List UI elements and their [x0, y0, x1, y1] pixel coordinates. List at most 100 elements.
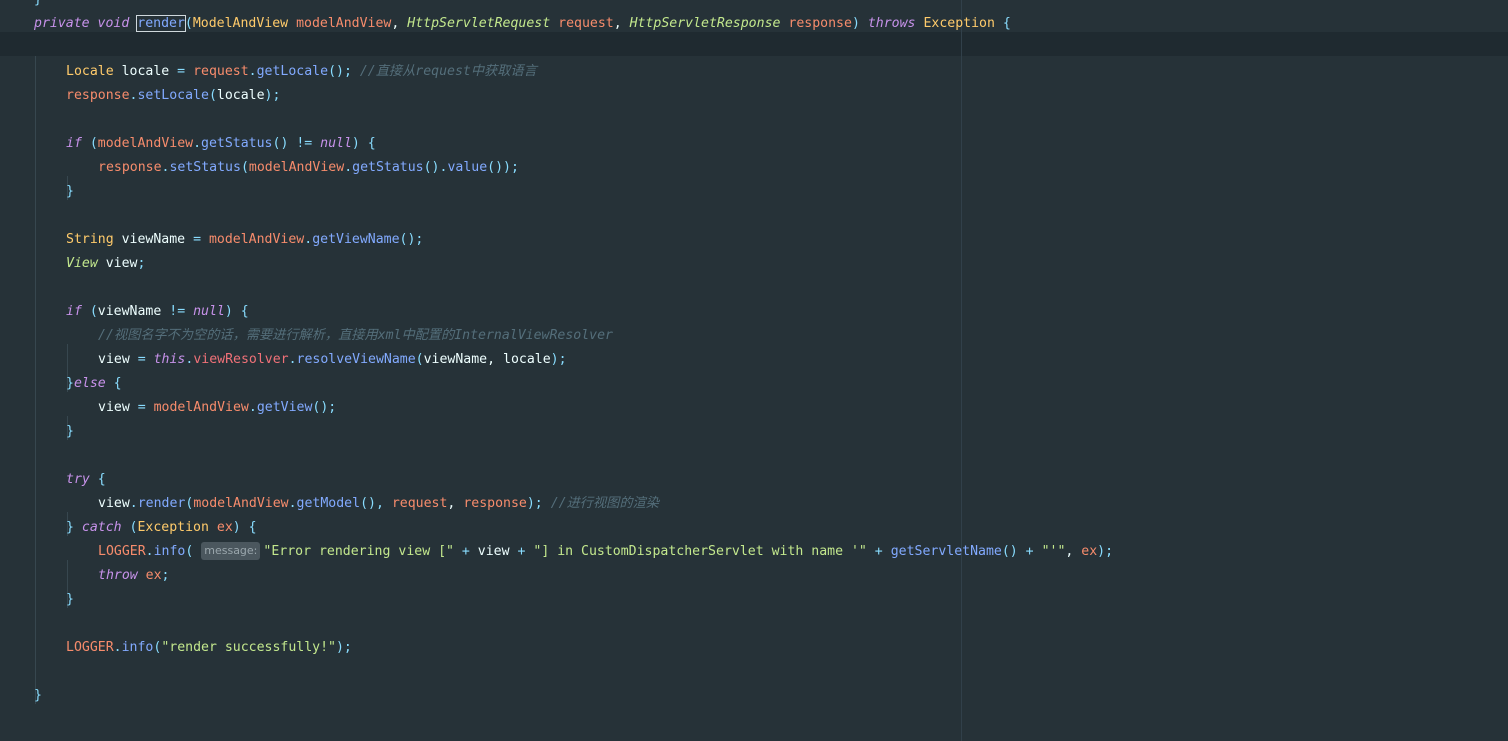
method-name-highlighted: render	[136, 15, 186, 32]
code-token: ,	[613, 16, 630, 31]
code-token: }	[66, 592, 74, 607]
code-line[interactable]: view = this.viewResolver.resolveViewName…	[98, 348, 567, 372]
code-token: info	[121, 640, 154, 655]
code-token: .	[288, 352, 297, 367]
code-token: getView	[256, 400, 313, 415]
code-editor[interactable]: } private void render(ModelAndView modelA…	[0, 0, 1508, 741]
code-token: null	[193, 304, 225, 319]
code-token: ,	[1065, 544, 1082, 559]
code-line[interactable]: }	[34, 684, 42, 708]
code-token: );	[335, 640, 352, 655]
code-token: .	[145, 544, 154, 559]
code-token: ();	[328, 64, 352, 79]
code-token: viewName	[121, 232, 186, 247]
code-token: HttpServletResponse	[629, 16, 781, 31]
code-token: (	[121, 520, 138, 535]
code-token: info	[153, 544, 186, 559]
code-token: "] in CustomDispatcherServlet with name …	[533, 544, 867, 559]
code-line[interactable]: private void render(ModelAndView modelAn…	[34, 12, 1011, 36]
code-token: ,	[447, 496, 464, 511]
code-token: );	[526, 496, 543, 511]
code-token: modelAndView	[208, 232, 305, 247]
code-token: HttpServletRequest	[407, 16, 551, 31]
code-token: //直接从request中获取语言	[359, 64, 537, 79]
code-line[interactable]: throw ex;	[98, 564, 170, 588]
code-token: ();	[399, 232, 424, 247]
code-token: LOGGER	[98, 544, 146, 559]
code-token: .	[344, 160, 353, 175]
code-token: catch	[81, 520, 122, 535]
code-token: !=	[161, 304, 194, 319]
code-line[interactable]: Locale locale = request.getLocale(); //直…	[66, 60, 537, 84]
code-token: =	[185, 232, 209, 247]
code-token: if	[66, 304, 82, 319]
code-line[interactable]: response.setLocale(locale);	[66, 84, 280, 108]
code-token: "Error rendering view ["	[263, 544, 454, 559]
code-token: )	[851, 16, 860, 31]
code-line[interactable]: } catch (Exception ex) {	[66, 516, 257, 540]
code-line[interactable]: if (modelAndView.getStatus() != null) {	[66, 132, 376, 156]
code-token: ) {	[351, 136, 376, 151]
code-line[interactable]: view = modelAndView.getView();	[98, 396, 336, 420]
code-token: ;	[137, 256, 146, 271]
code-token: }	[34, 0, 42, 7]
code-token: if	[66, 136, 82, 151]
code-token: viewName	[423, 352, 488, 367]
code-line[interactable]: view.render(modelAndView.getModel(), req…	[98, 492, 659, 516]
code-line[interactable]: LOGGER.info( message: "Error rendering vi…	[98, 540, 1113, 564]
code-token: request	[193, 64, 249, 79]
code-token: this	[153, 352, 186, 367]
code-token: (),	[360, 496, 392, 511]
code-token: view	[105, 256, 138, 271]
code-token: (	[184, 16, 193, 31]
code-token: response	[463, 496, 527, 511]
code-token: View	[66, 256, 98, 271]
code-token: response	[788, 16, 852, 31]
code-token: =	[129, 352, 154, 367]
code-token: =	[129, 400, 154, 415]
code-token: viewResolver	[193, 352, 289, 367]
code-token: (	[415, 352, 424, 367]
code-token: .	[129, 496, 138, 511]
code-line[interactable]: View view;	[66, 252, 145, 276]
code-line[interactable]: response.setStatus(modelAndView.getStatu…	[98, 156, 519, 180]
code-token: void	[97, 16, 130, 31]
code-line[interactable]: String viewName = modelAndView.getViewNa…	[66, 228, 423, 252]
code-token: locale	[121, 64, 170, 79]
code-line[interactable]: try {	[66, 468, 106, 492]
code-token: getStatus	[352, 160, 424, 175]
code-token: !=	[288, 136, 321, 151]
code-token: //视图名字不为空的话，需要进行解析，直接用xml中配置的InternalVie…	[98, 328, 613, 343]
code-token: getServletName	[890, 544, 1002, 559]
code-line[interactable]: }	[66, 420, 74, 444]
code-token: ());	[487, 160, 519, 175]
code-token: ModelAndView	[192, 16, 289, 31]
code-token: ) {	[232, 520, 257, 535]
code-token: (	[208, 88, 217, 103]
code-token: //进行视图的渲染	[550, 496, 659, 511]
code-token: view	[477, 544, 510, 559]
code-line[interactable]: if (viewName != null) {	[66, 300, 249, 324]
code-line[interactable]: }	[66, 180, 74, 204]
code-token: =	[169, 64, 194, 79]
code-line[interactable]: }else {	[66, 372, 122, 396]
code-line[interactable]: }	[66, 588, 74, 612]
code-token: try	[66, 472, 90, 487]
code-token: setLocale	[137, 88, 209, 103]
code-line[interactable]: }	[34, 0, 42, 12]
code-token: response	[66, 88, 130, 103]
code-token: ex	[145, 568, 162, 583]
code-line[interactable]: LOGGER.info("render successfully!");	[66, 636, 352, 660]
code-line[interactable]: //视图名字不为空的话，需要进行解析，直接用xml中配置的InternalVie…	[98, 324, 613, 348]
code-token: String	[66, 232, 114, 247]
code-token: else	[73, 376, 106, 391]
code-token: {	[1002, 16, 1011, 31]
